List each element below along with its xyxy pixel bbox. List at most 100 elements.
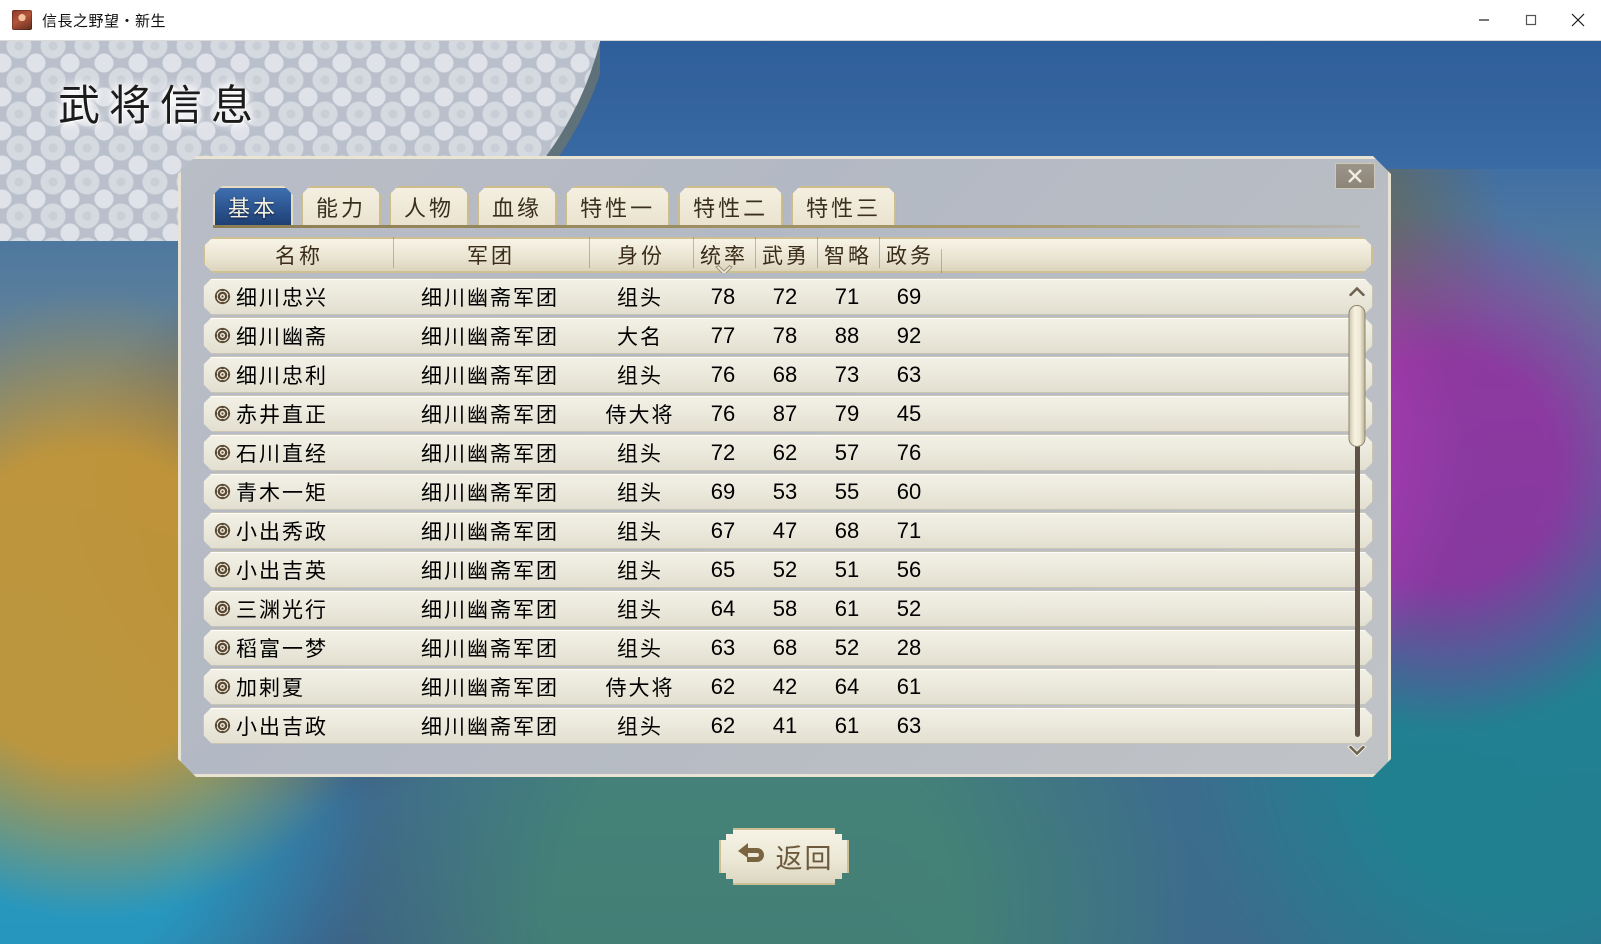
officer-name-cell: 小出秀政 (204, 516, 392, 546)
back-button[interactable]: 返回 (719, 828, 849, 885)
cell-corps: 细川幽斋军团 (421, 598, 559, 622)
cell-corps: 细川幽斋军团 (421, 715, 559, 739)
table-row[interactable]: 石川直经 细川幽斋军团 组头 72 62 57 76 (203, 434, 1373, 471)
officer-info-dialog: 基本 能力 人物 血缘 特性一 特性二 特性三 名称 军团 身份 统率 武勇 智略 政务 细川忠兴细川幽… (178, 156, 1391, 777)
cell-intel: 57 (834, 439, 860, 465)
officer-name: 赤井直正 (236, 403, 328, 427)
table-row[interactable]: 小出吉政 细川幽斋军团 组头 62 41 61 63 (203, 707, 1373, 744)
officer-name: 小出吉英 (236, 559, 328, 583)
cell-corps: 细川幽斋军团 (421, 286, 559, 310)
cell-lead: 69 (710, 478, 736, 504)
table-row[interactable]: 赤井直正 细川幽斋军团 侍大将 76 87 79 45 (203, 395, 1373, 432)
clan-crest-icon (214, 639, 231, 656)
cell-valor: 42 (772, 673, 798, 699)
cell-lead: 78 (710, 283, 736, 309)
cell-intel: 79 (834, 400, 860, 426)
cell-intel: 71 (834, 283, 860, 309)
cell-role: 组头 (617, 637, 663, 661)
table-row[interactable]: 小出吉英 细川幽斋军团 组头 65 52 51 56 (203, 551, 1373, 588)
app-icon (12, 10, 32, 30)
cell-corps: 细川幽斋军团 (421, 481, 559, 505)
cell-corps: 细川幽斋军团 (421, 403, 559, 427)
cell-lead: 65 (710, 556, 736, 582)
cell-valor: 47 (772, 517, 798, 543)
column-header-3[interactable]: 身份 (589, 240, 693, 270)
scrollbar-track[interactable] (1355, 305, 1360, 737)
officer-name-cell: 三渊光行 (204, 594, 392, 624)
officer-name-cell: 赤井直正 (204, 399, 392, 429)
back-button-label: 返回 (775, 844, 834, 875)
scrollbar-thumb[interactable] (1349, 305, 1366, 447)
tab-2[interactable]: 能力 (301, 186, 381, 225)
table-row[interactable]: 小出秀政 细川幽斋军团 组头 67 47 68 71 (203, 512, 1373, 549)
cell-valor: 78 (772, 322, 798, 348)
column-header-6[interactable]: 智略 (817, 240, 879, 270)
table-row[interactable]: 稻富一梦 细川幽斋军团 组头 63 68 52 28 (203, 629, 1373, 666)
dialog-close-button[interactable] (1335, 163, 1375, 189)
cell-intel: 88 (834, 322, 860, 348)
cell-intel: 61 (834, 712, 860, 738)
chevron-down-icon[interactable] (1346, 741, 1368, 761)
column-header-7[interactable]: 政务 (879, 240, 941, 270)
column-header-2[interactable]: 军团 (393, 240, 589, 270)
clan-crest-icon (214, 600, 231, 617)
cell-lead: 76 (710, 400, 736, 426)
tab-7[interactable]: 特性三 (791, 186, 896, 225)
cell-role: 侍大将 (605, 676, 675, 700)
cell-intel: 64 (834, 673, 860, 699)
cell-lead: 72 (710, 439, 736, 465)
table-row[interactable]: 三渊光行 细川幽斋军团 组头 64 58 61 52 (203, 590, 1373, 627)
officer-name-cell: 石川直经 (204, 438, 392, 468)
table-row[interactable]: 细川幽斋 细川幽斋军团 大名 77 78 88 92 (203, 317, 1373, 354)
cell-role: 组头 (617, 286, 663, 310)
table-scrollbar[interactable] (1344, 281, 1370, 761)
table-row[interactable]: 加剌夏 细川幽斋军团 侍大将 62 42 64 61 (203, 668, 1373, 705)
cell-role: 组头 (617, 364, 663, 388)
officer-name: 细川忠兴 (236, 286, 328, 310)
officer-name: 稻富一梦 (236, 637, 328, 661)
cell-lead: 67 (710, 517, 736, 543)
cell-valor: 62 (772, 439, 798, 465)
officer-name: 细川忠利 (236, 364, 328, 388)
cell-role: 侍大将 (605, 403, 675, 427)
cell-govt: 63 (896, 361, 922, 387)
clan-crest-icon (214, 405, 231, 422)
cell-corps: 细川幽斋军团 (421, 364, 559, 388)
table-row[interactable]: 细川忠利 细川幽斋军团 组头 76 68 73 63 (203, 356, 1373, 393)
tab-3[interactable]: 人物 (389, 186, 469, 225)
officer-name: 小出吉政 (236, 715, 328, 739)
officer-name-cell: 细川忠兴 (204, 282, 392, 312)
officer-table: 名称 军团 身份 统率 武勇 智略 政务 细川忠兴 细川幽斋军团 组头 78 72 71 69 细川幽斋细… (203, 237, 1373, 757)
clan-crest-icon (214, 288, 231, 305)
tab-6[interactable]: 特性二 (678, 186, 783, 225)
chevron-up-icon[interactable] (1346, 281, 1368, 301)
column-header-5[interactable]: 武勇 (755, 240, 817, 270)
officer-name-cell: 小出吉英 (204, 555, 392, 585)
cell-govt: 63 (896, 712, 922, 738)
cell-valor: 68 (772, 361, 798, 387)
clan-crest-icon (214, 483, 231, 500)
tab-4[interactable]: 血缘 (477, 186, 557, 225)
tab-5[interactable]: 特性一 (565, 186, 670, 225)
tab-1[interactable]: 基本 (213, 186, 293, 225)
cell-role: 组头 (617, 598, 663, 622)
window-controls (1460, 0, 1601, 41)
column-header-1[interactable]: 名称 (205, 240, 393, 270)
column-header-4[interactable]: 统率 (693, 240, 755, 270)
clan-crest-icon (214, 444, 231, 461)
close-icon[interactable] (1554, 0, 1601, 41)
cell-lead: 64 (710, 595, 736, 621)
table-row[interactable]: 青木一矩 细川幽斋军团 组头 69 53 55 60 (203, 473, 1373, 510)
maximize-icon[interactable] (1507, 0, 1554, 41)
minimize-icon[interactable] (1460, 0, 1507, 41)
cell-intel: 51 (834, 556, 860, 582)
cell-govt: 71 (896, 517, 922, 543)
table-row[interactable]: 细川忠兴 细川幽斋军团 组头 78 72 71 69 (203, 278, 1373, 315)
officer-name: 小出秀政 (236, 520, 328, 544)
cell-govt: 45 (896, 400, 922, 426)
tab-bar: 基本 能力 人物 血缘 特性一 特性二 特性三 (213, 186, 896, 225)
cell-role: 组头 (617, 520, 663, 544)
cell-valor: 58 (772, 595, 798, 621)
cell-intel: 52 (834, 634, 860, 660)
cell-govt: 60 (896, 478, 922, 504)
